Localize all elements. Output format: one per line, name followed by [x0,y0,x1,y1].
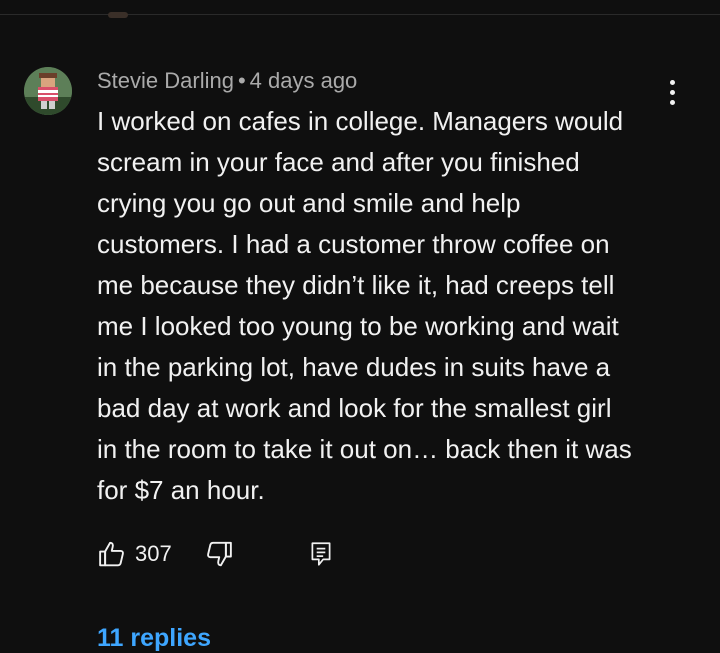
comment-body-line: scream in your face and after you finish… [97,147,580,177]
like-button[interactable]: 307 [97,539,172,569]
reply-comment-icon [311,542,331,566]
comment-body-line: in the room to take it out on… back then… [97,434,632,464]
comment-body-line: me I looked too young to be working and … [97,311,619,341]
header-separator: • [237,68,246,93]
comment-body-line: in the parking lot, have dudes in suits … [97,352,611,382]
comment-body-line: for $7 an hour. [97,475,265,505]
comment-timestamp: 4 days ago [249,68,358,93]
author-name[interactable]: Stevie Darling [97,68,234,93]
avatar-image [24,67,72,115]
comment-body-line: customers. I had a customer throw coffee… [97,229,610,259]
previous-item-thumbnail [108,12,128,18]
comment-action-bar: 307 [97,536,334,572]
comment-body-line: me because they didn’t like it, had cree… [97,270,615,300]
like-count: 307 [135,541,172,566]
avatar[interactable] [24,67,72,115]
menu-dot [669,79,675,85]
comment-body-line: crying you go out and smile and help [97,188,521,218]
comment-body-line: I worked on cafes in college. Managers w… [97,106,624,136]
comment-header: Stevie Darling • 4 days ago [97,66,357,96]
dislike-button[interactable] [204,539,234,569]
reply-button[interactable] [308,540,334,568]
menu-dot [669,89,675,95]
thumbs-up-icon [99,541,124,567]
view-replies-link[interactable]: 11 replies [97,624,211,653]
comment-body-line: bad day at work and look for the smalles… [97,393,612,423]
thumbs-down-icon [206,541,232,567]
comment-body: I worked on cafes in college. Managers w… [97,101,687,511]
